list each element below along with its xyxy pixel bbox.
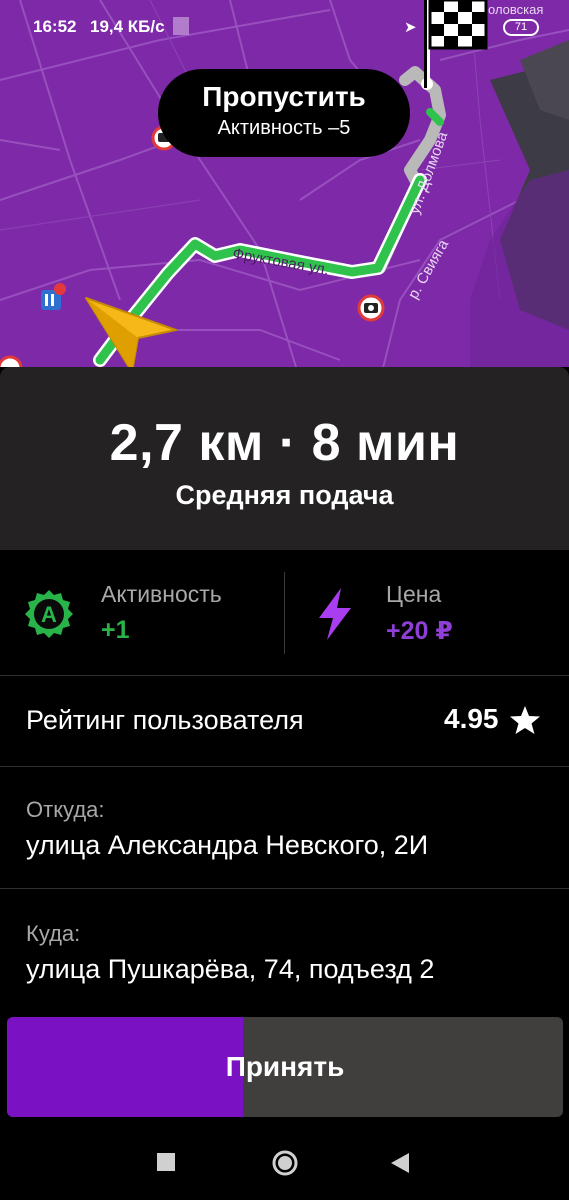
map-view[interactable]: Фруктовая ул. ул. Долмова р. Свияга олов… [0, 0, 569, 380]
rating-value: 4.95 [444, 703, 499, 734]
price-label: Цена [386, 581, 442, 607]
activity-value: +1 [101, 616, 130, 644]
skip-button[interactable]: Пропустить Активность –5 [158, 69, 410, 157]
pickup-type: Средняя подача [175, 480, 394, 510]
rating-label: Рейтинг пользователя [26, 705, 304, 735]
system-nav-bar [0, 1125, 569, 1200]
price-value: +20 ₽ [386, 617, 453, 645]
activity-badge-icon: A [24, 589, 74, 644]
lightning-icon [315, 588, 355, 645]
battery-icon: 71 [503, 19, 539, 36]
from-label: Откуда: [26, 797, 105, 822]
home-icon[interactable] [271, 1149, 299, 1182]
skip-activity-penalty: Активность –5 [217, 117, 351, 139]
accept-button[interactable]: Принять [7, 1017, 563, 1117]
metric-divider [284, 572, 285, 654]
from-address: улица Александра Невского, 2И [26, 830, 429, 860]
trip-distance-time: 2,7 км · 8 мин [109, 414, 460, 472]
skip-title: Пропустить [202, 81, 366, 112]
star-icon [509, 705, 541, 740]
recents-icon[interactable] [157, 1153, 175, 1171]
location-icon: ➤ [404, 19, 417, 36]
status-bar: 16:52 19,4 КБ/с ➤ 71 [0, 0, 569, 56]
speed-camera-icon[interactable] [357, 294, 385, 322]
poi-marker-icon[interactable] [41, 283, 66, 310]
status-time: 16:52 [33, 17, 77, 36]
order-sheet: 2,7 км · 8 мин Средняя подача A Активнос… [0, 367, 569, 1200]
notification-icon [173, 17, 189, 35]
divider [0, 888, 569, 889]
status-network-speed: 19,4 КБ/с [90, 17, 165, 36]
back-icon[interactable] [389, 1151, 411, 1180]
divider [0, 766, 569, 767]
to-label: Куда: [26, 921, 81, 946]
accept-label: Принять [225, 1051, 345, 1082]
divider [0, 675, 569, 676]
activity-label: Активность [101, 581, 222, 607]
street-label-svyaga: р. Свияга [405, 236, 453, 302]
to-address: улица Пушкарёва, 74, подъезд 2 [26, 954, 435, 984]
trip-summary: 2,7 км · 8 мин Средняя подача [0, 367, 569, 550]
activity-badge-letter: A [41, 602, 57, 627]
